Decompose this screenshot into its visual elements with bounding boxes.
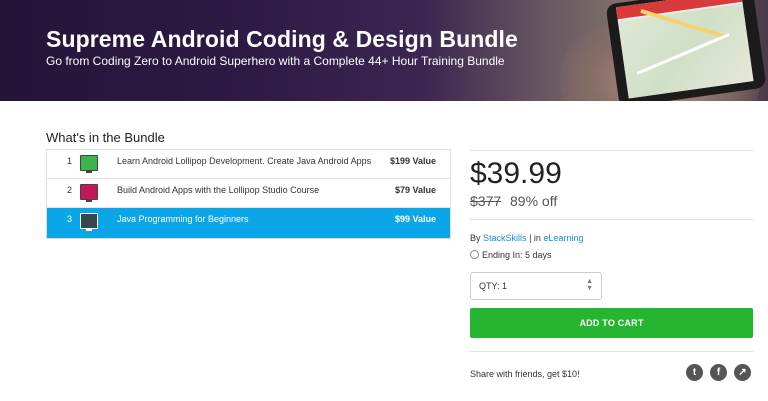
ending-timer: Ending In: 5 days bbox=[470, 250, 552, 260]
vendor-line: By StackSkills | in eLearning bbox=[470, 233, 583, 243]
select-arrows-icon: ▲ ▼ bbox=[586, 278, 593, 292]
divider bbox=[469, 219, 753, 220]
ending-text: Ending In: 5 days bbox=[482, 250, 552, 260]
course-title[interactable]: Java Programming for Beginners bbox=[117, 214, 249, 224]
twitter-icon[interactable]: t bbox=[686, 364, 703, 381]
course-title[interactable]: Build Android Apps with the Lollipop Stu… bbox=[117, 185, 319, 195]
course-thumbnail-icon bbox=[80, 184, 98, 202]
clock-icon bbox=[470, 250, 479, 259]
course-value: $79 Value bbox=[394, 185, 436, 195]
quantity-value: QTY: 1 bbox=[479, 281, 508, 291]
course-title[interactable]: Learn Android Lollipop Development. Crea… bbox=[117, 156, 371, 166]
by-label: By bbox=[470, 233, 481, 243]
facebook-icon[interactable]: f bbox=[710, 364, 727, 381]
course-value: $199 Value bbox=[389, 156, 436, 166]
bundle-table: 1 Learn Android Lollipop Development. Cr… bbox=[46, 149, 451, 239]
bundle-row[interactable]: 3 Java Programming for Beginners $99 Val… bbox=[47, 208, 450, 238]
bundle-row[interactable]: 2 Build Android Apps with the Lollipop S… bbox=[47, 179, 450, 208]
original-price: $377 bbox=[470, 193, 502, 209]
vendor-link[interactable]: StackSkills bbox=[483, 233, 527, 243]
sale-price: $39.99 bbox=[470, 157, 562, 190]
divider bbox=[469, 150, 753, 151]
row-number: 1 bbox=[67, 156, 73, 166]
course-value: $99 Value bbox=[394, 214, 436, 224]
course-thumbnail-icon bbox=[80, 213, 98, 231]
add-to-cart-button[interactable]: ADD TO CART bbox=[470, 308, 753, 338]
bundle-row[interactable]: 1 Learn Android Lollipop Development. Cr… bbox=[47, 150, 450, 179]
quantity-select[interactable]: QTY: 1 ▲ ▼ bbox=[470, 272, 602, 300]
row-number: 3 bbox=[67, 214, 73, 224]
discount-label: 89% off bbox=[510, 193, 558, 209]
bundle-heading: What's in the Bundle bbox=[46, 130, 165, 145]
course-thumbnail-icon bbox=[80, 155, 98, 173]
in-label: | in bbox=[529, 233, 541, 243]
share-icon[interactable]: ↗ bbox=[734, 364, 751, 381]
category-link[interactable]: eLearning bbox=[543, 233, 583, 243]
share-text: Share with friends, get $10! bbox=[470, 369, 580, 379]
page-title: Supreme Android Coding & Design Bundle bbox=[46, 26, 518, 52]
page-subtitle: Go from Coding Zero to Android Superhero… bbox=[46, 54, 505, 68]
divider bbox=[469, 351, 753, 352]
phone-image bbox=[605, 0, 767, 101]
hero-banner: Supreme Android Coding & Design Bundle G… bbox=[0, 0, 768, 101]
row-number: 2 bbox=[67, 185, 73, 195]
